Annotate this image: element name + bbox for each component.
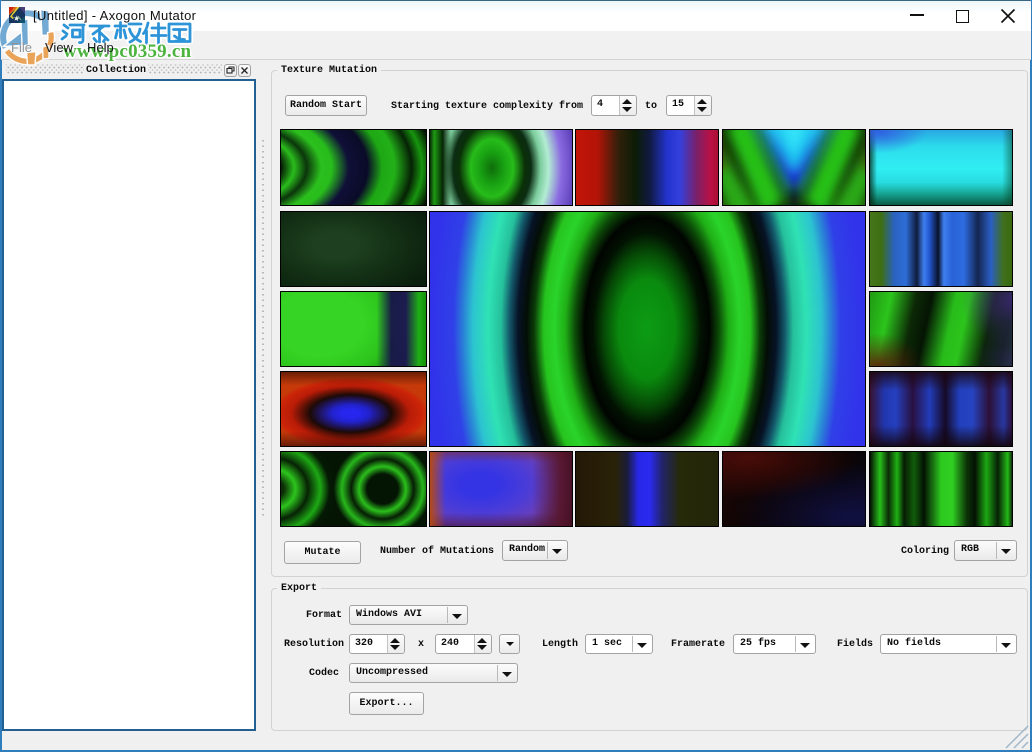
- svg-text:www.pc0359.cn: www.pc0359.cn: [63, 41, 191, 62]
